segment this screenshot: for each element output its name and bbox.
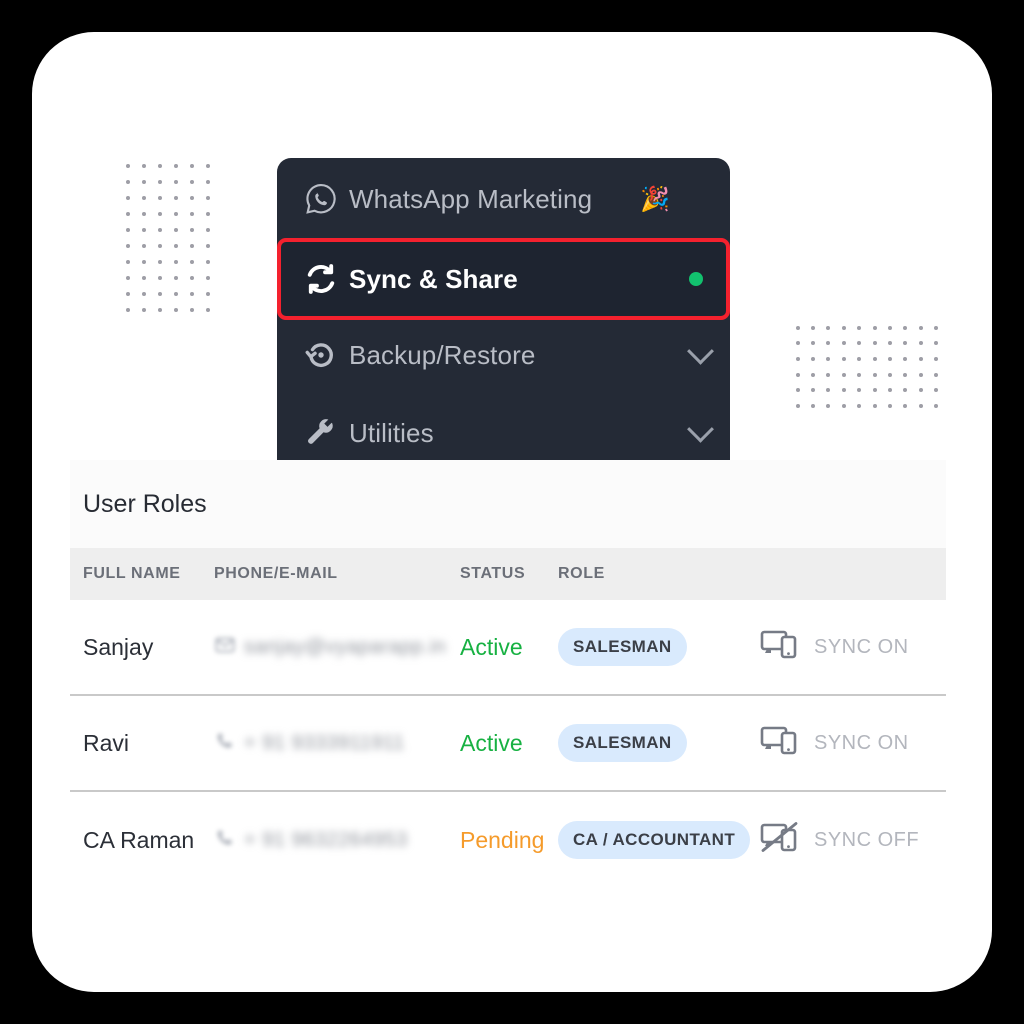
menu-item-trailing-chevron[interactable] — [670, 337, 730, 365]
cell-sync[interactable]: SYNC OFF — [758, 821, 946, 859]
navigation-menu: WhatsApp Marketing 🎉 Sync & Share Backup… — [277, 158, 730, 476]
cell-full-name: Sanjay — [83, 633, 154, 660]
party-popper-emoji: 🎉 — [640, 185, 670, 213]
sync-label: SYNC ON — [814, 635, 909, 658]
whatsapp-icon — [293, 182, 349, 216]
sync-refresh-icon — [293, 261, 349, 297]
cell-role: CA / ACCOUNTANT — [558, 821, 758, 859]
sync-label: SYNC OFF — [814, 828, 920, 851]
column-header-phone-email: PHONE/E-MAIL — [214, 565, 338, 582]
user-roles-table: User Roles FULL NAME PHONE/E-MAIL STATUS… — [70, 460, 946, 888]
decorative-dot-grid-left — [120, 158, 216, 318]
contact-value: + 91 9632264953 — [244, 828, 408, 851]
role-badge: SALESMAN — [558, 628, 687, 666]
column-header-full-name: FULL NAME — [83, 565, 181, 582]
menu-item-label: Sync & Share — [349, 263, 518, 294]
menu-item-label: Utilities — [349, 417, 434, 448]
content-card: WhatsApp Marketing 🎉 Sync & Share Backup… — [32, 32, 992, 992]
wrench-icon — [293, 416, 349, 450]
sync-label: SYNC ON — [814, 731, 909, 754]
restore-icon — [293, 338, 349, 372]
role-badge: CA / ACCOUNTANT — [558, 821, 751, 859]
menu-item-label: WhatsApp Marketing — [349, 183, 593, 214]
menu-item-trailing-chevron[interactable] — [670, 415, 730, 443]
menu-item-sync-and-share[interactable]: Sync & Share — [277, 238, 730, 320]
cell-full-name: CA Raman — [83, 826, 195, 853]
table-header-row: FULL NAME PHONE/E-MAIL STATUS ROLE — [70, 548, 946, 600]
devices-sync-off-icon — [760, 821, 800, 859]
table-row[interactable]: CA Raman + 91 9632264953 Pending CA / AC… — [70, 792, 946, 888]
cell-status: Active — [460, 729, 523, 756]
cell-sync[interactable]: SYNC ON — [758, 725, 946, 762]
email-icon — [214, 634, 236, 661]
devices-sync-on-icon — [760, 725, 800, 762]
menu-item-trailing-status — [666, 272, 726, 286]
cell-phone-email: sanjay@vyaparapp.in — [214, 634, 460, 661]
menu-item-backup-restore[interactable]: Backup/Restore — [277, 316, 730, 394]
table-row[interactable]: Ravi + 91 9333911911 Active SALESMAN SYN… — [70, 696, 946, 792]
cell-status: Pending — [460, 826, 545, 853]
menu-item-whatsapp-marketing[interactable]: WhatsApp Marketing 🎉 — [277, 160, 730, 238]
chevron-down-icon — [686, 337, 714, 365]
cell-status: Active — [460, 633, 523, 660]
screenshot-root: WhatsApp Marketing 🎉 Sync & Share Backup… — [0, 0, 1024, 1024]
column-header-role: ROLE — [558, 565, 605, 582]
column-header-status: STATUS — [460, 565, 526, 582]
cell-role: SALESMAN — [558, 724, 758, 762]
table-title: User Roles — [70, 460, 946, 548]
phone-icon — [214, 827, 236, 854]
devices-sync-on-icon — [760, 629, 800, 666]
cell-role: SALESMAN — [558, 628, 758, 666]
cell-full-name: Ravi — [83, 729, 130, 756]
decorative-dot-grid-right — [790, 320, 944, 414]
cell-sync[interactable]: SYNC ON — [758, 629, 946, 666]
green-status-dot-icon — [689, 272, 703, 286]
chevron-down-icon — [686, 415, 714, 443]
contact-value: + 91 9333911911 — [244, 731, 405, 754]
cell-phone-email: + 91 9333911911 — [214, 730, 460, 757]
cell-phone-email: + 91 9632264953 — [214, 827, 460, 854]
phone-icon — [214, 730, 236, 757]
contact-value: sanjay@vyaparapp.in — [244, 635, 447, 658]
menu-item-label: Backup/Restore — [349, 339, 536, 370]
role-badge: SALESMAN — [558, 724, 687, 762]
table-row[interactable]: Sanjay sanjay@vyaparapp.in Active SALESM… — [70, 600, 946, 696]
